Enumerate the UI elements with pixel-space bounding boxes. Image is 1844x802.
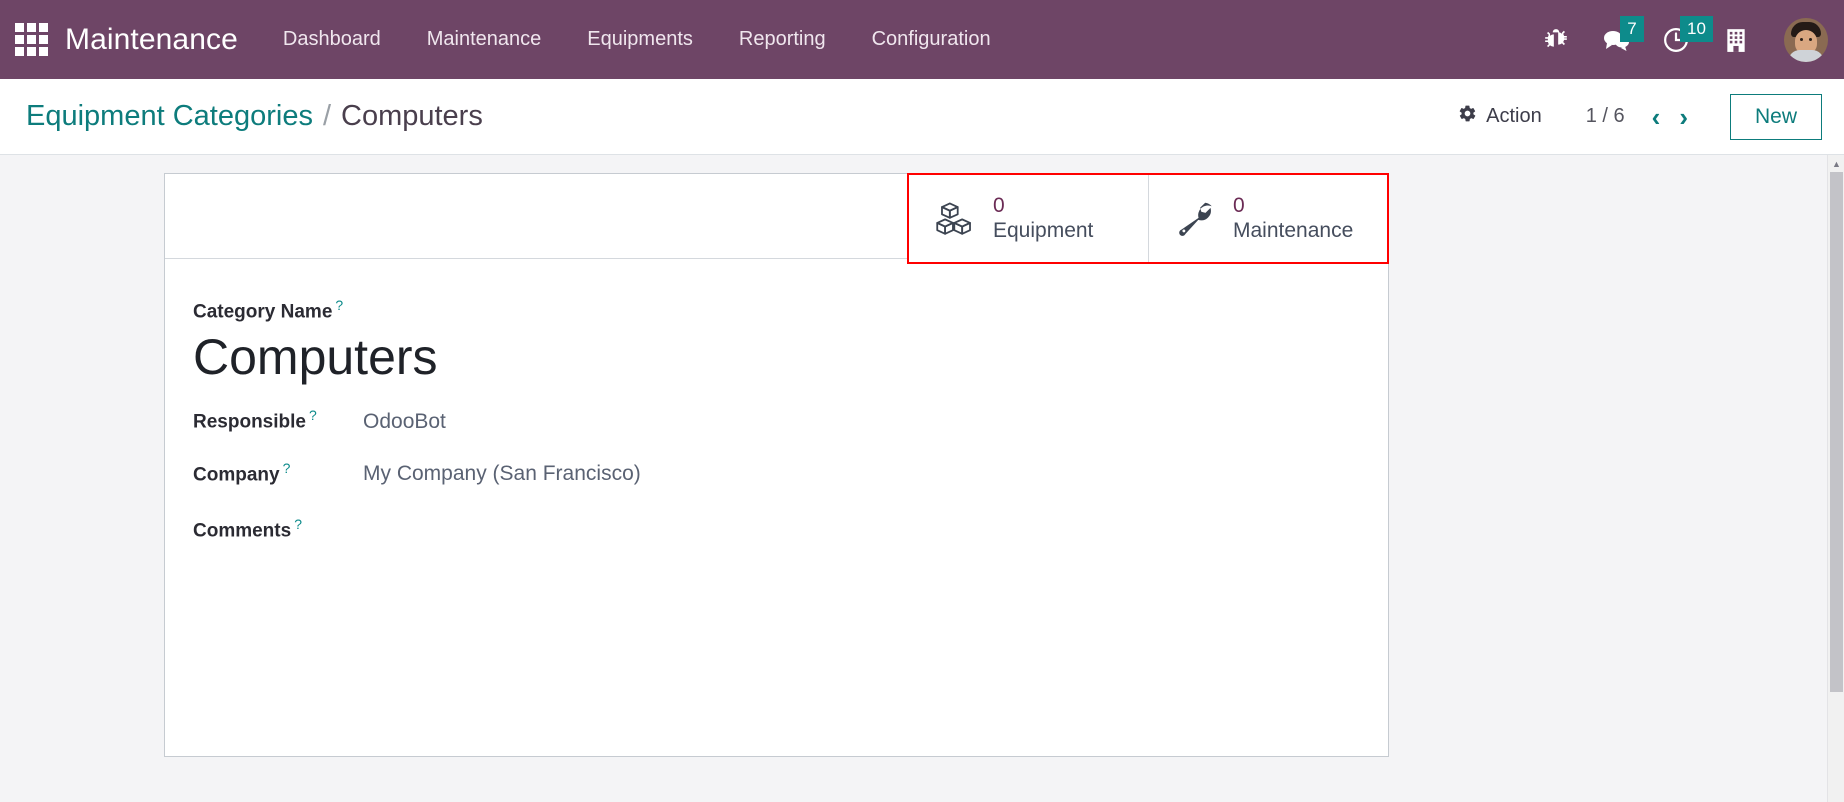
grid-cell (14, 23, 24, 32)
menu-item-equipments[interactable]: Equipments (564, 0, 716, 79)
menu-item-reporting[interactable]: Reporting (716, 0, 849, 79)
menu-item-maintenance[interactable]: Maintenance (404, 0, 565, 79)
menu-item-configuration[interactable]: Configuration (849, 0, 1014, 79)
stat-equipment-value: 0 (993, 193, 1005, 217)
menu-item-dashboard[interactable]: Dashboard (260, 0, 404, 79)
grid-cell (14, 35, 24, 44)
stat-maintenance-text: 0 Maintenance (1233, 194, 1353, 243)
form-sheet: 0 Equipment 0 Maintenance Category Name … (164, 173, 1389, 757)
grid-cell (38, 23, 48, 32)
category-name-label-text: Category Name (193, 301, 333, 323)
avatar-shirt (1788, 49, 1824, 62)
record-pager: 1 / 6 ‹ › (1586, 102, 1696, 132)
breadcrumb-parent-link[interactable]: Equipment Categories (26, 100, 313, 133)
scroll-up-arrow-icon[interactable]: ▲ (1828, 155, 1844, 172)
grid-cell (14, 47, 24, 56)
field-group-category-name: Category Name? Computers (193, 297, 1388, 385)
stat-button-maintenance[interactable]: 0 Maintenance (1148, 175, 1387, 262)
new-button[interactable]: New (1729, 93, 1822, 140)
app-brand-title[interactable]: Maintenance (65, 23, 238, 57)
cubes-icon (935, 201, 977, 237)
help-icon[interactable]: ? (335, 297, 343, 313)
gear-icon (1458, 104, 1477, 129)
clock-icon[interactable]: 10 (1650, 10, 1713, 70)
grid-cell (26, 47, 36, 56)
category-name-input[interactable]: Computers (193, 329, 1388, 385)
help-icon[interactable]: ? (294, 516, 302, 532)
scrollbar-thumb[interactable] (1830, 172, 1843, 692)
stat-maintenance-value: 0 (1233, 193, 1245, 217)
responsible-label: Responsible? (193, 407, 363, 433)
wrench-icon (1175, 201, 1217, 237)
main-menu: Dashboard Maintenance Equipments Reporti… (260, 0, 1014, 79)
user-avatar[interactable] (1784, 17, 1828, 62)
form-body: Category Name? Computers Responsible? Od… (165, 259, 1388, 756)
grid-cell (38, 35, 48, 44)
company-label-text: Company (193, 463, 280, 485)
main-content-area: 0 Equipment 0 Maintenance Category Name … (0, 155, 1844, 802)
navbar-systray: 7 10 (1530, 10, 1844, 70)
company-label: Company? (193, 460, 363, 486)
company-value[interactable]: My Company (San Francisco) (363, 462, 641, 486)
chevron-left-icon[interactable]: ‹ (1644, 102, 1669, 132)
grid-cell (38, 47, 48, 56)
pager-count: 1 / 6 (1585, 105, 1625, 127)
bug-icon[interactable] (1530, 10, 1582, 70)
avatar-eye-right (1809, 37, 1812, 41)
comments-label-text: Comments (193, 520, 292, 542)
category-name-label: Category Name? (193, 297, 1388, 323)
breadcrumb-separator: / (322, 100, 332, 132)
stat-buttons-highlight: 0 Equipment 0 Maintenance (907, 173, 1389, 264)
stat-equipment-label: Equipment (993, 219, 1094, 242)
responsible-label-text: Responsible (193, 411, 306, 433)
messages-icon[interactable]: 7 (1590, 10, 1644, 70)
breadcrumb: Equipment Categories / Computers (26, 100, 483, 133)
stat-equipment-text: 0 Equipment (993, 194, 1093, 243)
responsible-value[interactable]: OdooBot (363, 410, 446, 434)
activities-badge: 10 (1680, 15, 1713, 42)
field-group-comments: Comments? (193, 512, 1388, 542)
top-navbar: Maintenance Dashboard Maintenance Equipm… (0, 0, 1844, 79)
breadcrumb-current: Computers (341, 100, 483, 132)
grid-cell (26, 23, 36, 32)
action-button[interactable]: Action (1448, 98, 1552, 135)
field-group-responsible: Responsible? OdooBot (193, 407, 1388, 433)
sheet-wrapper: 0 Equipment 0 Maintenance Category Name … (0, 155, 1844, 802)
control-panel-actions: Action 1 / 6 ‹ › New (1448, 93, 1822, 140)
grid-cell (26, 35, 36, 44)
help-icon[interactable]: ? (283, 460, 291, 476)
chevron-right-icon[interactable]: › (1671, 102, 1696, 132)
building-icon[interactable] (1710, 10, 1762, 70)
comments-label: Comments? (193, 516, 363, 542)
stat-button-box: 0 Equipment 0 Maintenance (165, 173, 1389, 264)
stat-maintenance-label: Maintenance (1233, 219, 1354, 242)
field-group-company: Company? My Company (San Francisco) (193, 460, 1388, 486)
apps-grid-icon[interactable] (14, 23, 48, 57)
vertical-scrollbar[interactable]: ▲ (1827, 155, 1844, 802)
stat-button-equipment[interactable]: 0 Equipment (909, 175, 1148, 262)
action-button-label: Action (1486, 105, 1542, 127)
help-icon[interactable]: ? (309, 407, 317, 423)
messages-badge: 7 (1620, 15, 1644, 42)
control-panel: Equipment Categories / Computers Action … (0, 79, 1844, 155)
avatar-eye-left (1800, 37, 1803, 41)
